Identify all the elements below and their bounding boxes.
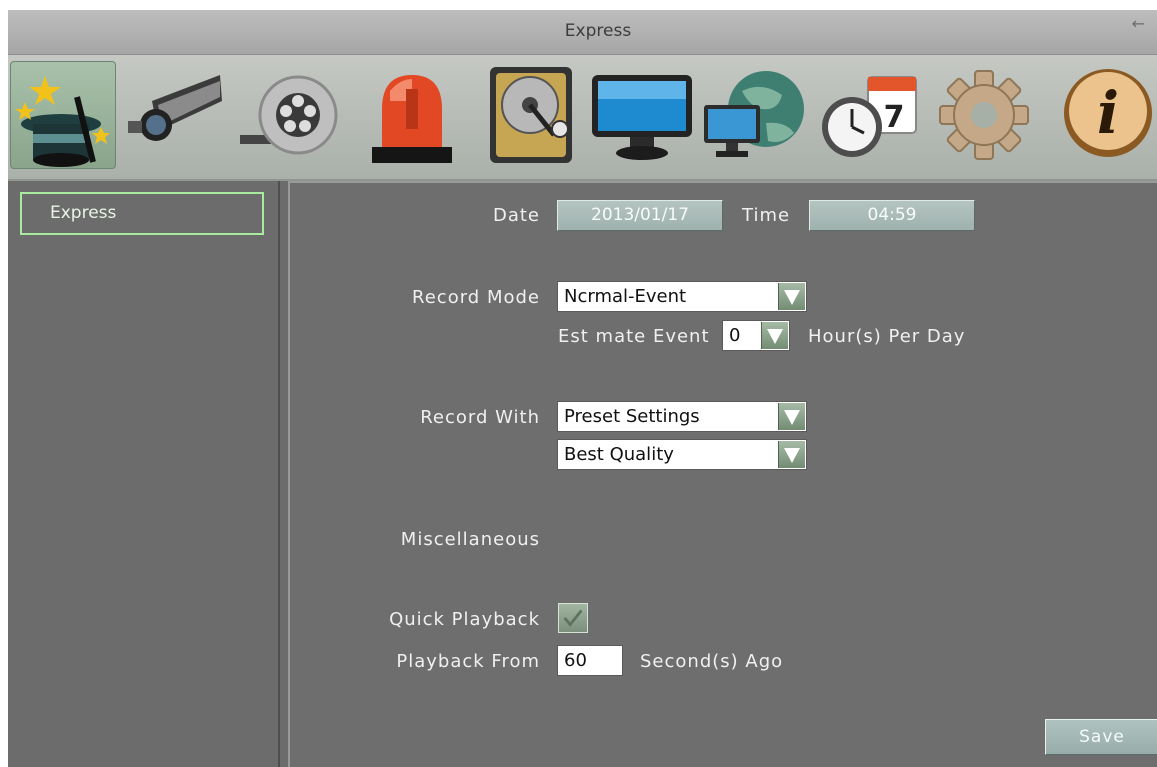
estimate-event-unit: Hour(s) Per Day bbox=[808, 326, 966, 347]
info-glyph: i bbox=[1097, 79, 1119, 147]
quick-playback-checkbox[interactable] bbox=[558, 603, 588, 633]
save-button[interactable]: Save bbox=[1045, 719, 1157, 755]
playback-from-label: Playback From bbox=[396, 651, 540, 672]
clock-calendar-icon[interactable]: 7 bbox=[818, 61, 922, 167]
camera-icon[interactable] bbox=[122, 61, 226, 167]
record-mode-value: Ncrmal-Event bbox=[564, 286, 687, 307]
time-field[interactable]: 04:59 bbox=[809, 200, 975, 231]
quality-value: Best Quality bbox=[564, 444, 674, 465]
estimate-event-value: 0 bbox=[729, 325, 741, 346]
record-with-label: Record With bbox=[420, 407, 540, 428]
record-with-select[interactable]: Preset Settings bbox=[557, 401, 807, 432]
record-mode-label: Record Mode bbox=[412, 287, 540, 308]
main-toolbar: 7 i bbox=[8, 55, 1157, 181]
sidebar-item-express[interactable]: Express bbox=[20, 192, 264, 235]
express-settings-panel: Date 2013/01/17 Time 04:59 Record Mode N… bbox=[288, 181, 1157, 767]
dvr-settings-window: Express ← 7 i Express Date 2013/01/17 Ti… bbox=[8, 10, 1157, 767]
record-mode-select[interactable]: Ncrmal-Event bbox=[557, 281, 807, 312]
title-bar: Express ← bbox=[8, 10, 1157, 55]
gear-icon[interactable] bbox=[932, 61, 1036, 167]
info-icon[interactable]: i bbox=[1052, 61, 1156, 167]
estimate-event-select[interactable]: 0 bbox=[722, 320, 790, 351]
alarm-light-icon[interactable] bbox=[360, 61, 464, 167]
record-with-value: Preset Settings bbox=[564, 406, 700, 427]
date-label: Date bbox=[492, 205, 540, 226]
chevron-down-icon[interactable] bbox=[778, 403, 805, 430]
quick-playback-label: Quick Playback bbox=[389, 609, 540, 630]
sidebar: Express bbox=[8, 181, 280, 767]
back-arrow-icon[interactable]: ← bbox=[1132, 14, 1145, 33]
playback-from-unit: Second(s) Ago bbox=[640, 651, 784, 672]
calendar-day: 7 bbox=[884, 100, 905, 135]
date-field[interactable]: 2013/01/17 bbox=[557, 200, 723, 231]
window-title: Express bbox=[564, 21, 632, 41]
checkmark-icon bbox=[563, 609, 583, 627]
chevron-down-icon[interactable] bbox=[761, 322, 788, 349]
network-globe-icon[interactable] bbox=[702, 61, 806, 167]
time-label: Time bbox=[742, 205, 791, 226]
playback-from-input[interactable]: 60 bbox=[557, 645, 623, 676]
film-reel-icon[interactable] bbox=[240, 61, 344, 167]
chevron-down-icon[interactable] bbox=[778, 441, 805, 468]
monitor-icon[interactable] bbox=[590, 61, 694, 167]
hard-disk-icon[interactable] bbox=[484, 61, 588, 167]
magic-hat-icon[interactable] bbox=[10, 61, 116, 169]
miscellaneous-label: Miscellaneous bbox=[400, 529, 540, 550]
estimate-event-label: Est mate Event bbox=[558, 326, 710, 347]
quality-select[interactable]: Best Quality bbox=[557, 439, 807, 470]
chevron-down-icon[interactable] bbox=[778, 283, 805, 310]
